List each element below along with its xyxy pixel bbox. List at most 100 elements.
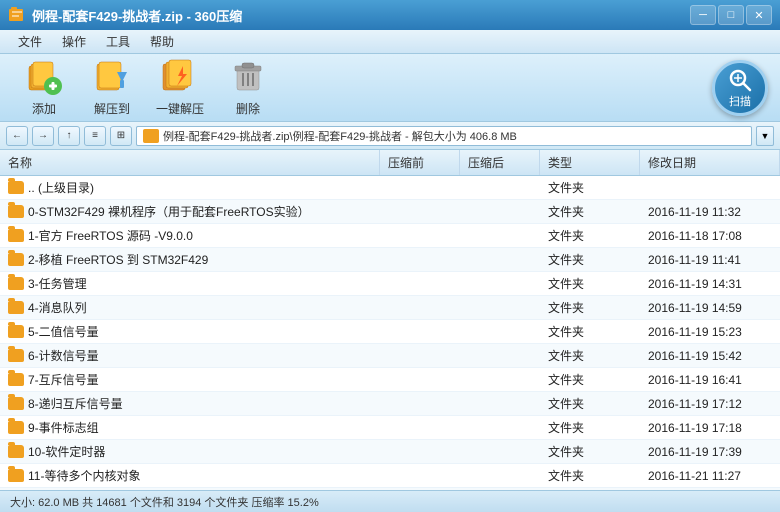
header-date[interactable]: 修改日期 xyxy=(640,150,780,175)
file-after-cell xyxy=(460,488,540,490)
file-before-cell xyxy=(380,248,460,271)
file-after-cell xyxy=(460,368,540,391)
folder-icon xyxy=(8,397,24,410)
table-row[interactable]: 11-等待多个内核对象文件夹2016-11-21 11:27 xyxy=(0,464,780,488)
table-row[interactable]: 12-任务信息量文件夹2016-11-21 08:49 xyxy=(0,488,780,490)
folder-icon xyxy=(8,253,24,266)
main-area: 名称 压缩前 压缩后 类型 修改日期 .. (上级目录)文件夹0-STM32F4… xyxy=(0,150,780,490)
file-name-cell: 0-STM32F429 裸机程序（用于配套FreeRTOS实验） xyxy=(0,200,380,223)
table-row[interactable]: 1-官方 FreeRTOS 源码 -V9.0.0 文件夹2016-11-18 17… xyxy=(0,224,780,248)
file-name-cell: 7-互斥信号量 xyxy=(0,368,380,391)
table-row[interactable]: 6-计数信号量文件夹2016-11-19 15:42 xyxy=(0,344,780,368)
up-button[interactable]: ↑ xyxy=(58,126,80,146)
maximize-button[interactable]: □ xyxy=(718,5,744,25)
add-label: 添加 xyxy=(32,100,56,117)
close-button[interactable]: ✕ xyxy=(746,5,772,25)
file-name-cell: 4-消息队列 xyxy=(0,296,380,319)
file-rows-container: .. (上级目录)文件夹0-STM32F429 裸机程序（用于配套FreeRTO… xyxy=(0,176,780,490)
table-row[interactable]: 0-STM32F429 裸机程序（用于配套FreeRTOS实验）文件夹2016-… xyxy=(0,200,780,224)
table-row[interactable]: 9-事件标志组文件夹2016-11-19 17:18 xyxy=(0,416,780,440)
header-before[interactable]: 压缩前 xyxy=(380,150,460,175)
file-name-cell: 8-递归互斥信号量 xyxy=(0,392,380,415)
onekey-icon xyxy=(161,58,199,96)
table-row[interactable]: 2-移植 FreeRTOS 到 STM32F429文件夹2016-11-19 1… xyxy=(0,248,780,272)
file-after-cell xyxy=(460,248,540,271)
file-date-cell: 2016-11-18 17:08 xyxy=(640,224,780,247)
file-type-cell: 文件夹 xyxy=(540,320,640,343)
file-name-cell: 1-官方 FreeRTOS 源码 -V9.0.0 xyxy=(0,224,380,247)
table-row[interactable]: 3-任务管理文件夹2016-11-19 14:31 xyxy=(0,272,780,296)
file-name-cell: .. (上级目录) xyxy=(0,176,380,199)
scan-button[interactable]: 扫描 xyxy=(712,60,768,116)
menu-item-操作[interactable]: 操作 xyxy=(52,31,96,52)
file-before-cell xyxy=(380,344,460,367)
file-before-cell xyxy=(380,440,460,463)
table-row[interactable]: 7-互斥信号量文件夹2016-11-19 16:41 xyxy=(0,368,780,392)
table-row[interactable]: .. (上级目录) 文件夹 xyxy=(0,176,780,200)
file-before-cell xyxy=(380,392,460,415)
folder-icon xyxy=(8,229,24,242)
file-name-cell: 3-任务管理 xyxy=(0,272,380,295)
path-input[interactable]: 例程-配套F429-挑战者.zip\例程-配套F429-挑战者 - 解包大小为 … xyxy=(136,126,752,146)
extract-button[interactable]: 解压到 xyxy=(78,59,146,117)
file-name-cell: 10-软件定时器 xyxy=(0,440,380,463)
file-date-cell: 2016-11-19 17:12 xyxy=(640,392,780,415)
delete-button[interactable]: 删除 xyxy=(214,59,282,117)
file-after-cell xyxy=(460,296,540,319)
file-before-cell xyxy=(380,464,460,487)
file-date-cell: 2016-11-19 11:32 xyxy=(640,200,780,223)
file-list[interactable]: 名称 压缩前 压缩后 类型 修改日期 .. (上级目录)文件夹0-STM32F4… xyxy=(0,150,780,490)
table-row[interactable]: 10-软件定时器文件夹2016-11-19 17:39 xyxy=(0,440,780,464)
file-before-cell xyxy=(380,320,460,343)
file-date-cell xyxy=(640,176,780,199)
file-before-cell xyxy=(380,224,460,247)
file-type-cell: 文件夹 xyxy=(540,176,640,199)
folder-icon xyxy=(8,469,24,482)
file-after-cell xyxy=(460,224,540,247)
forward-button[interactable]: → xyxy=(32,126,54,146)
file-type-cell: 文件夹 xyxy=(540,416,640,439)
folder-icon xyxy=(8,181,24,194)
list-view-button[interactable]: ≡ xyxy=(84,126,106,146)
file-name-cell: 6-计数信号量 xyxy=(0,344,380,367)
menu-item-文件[interactable]: 文件 xyxy=(8,31,52,52)
back-button[interactable]: ← xyxy=(6,126,28,146)
file-name-cell: 11-等待多个内核对象 xyxy=(0,464,380,487)
file-type-cell: 文件夹 xyxy=(540,440,640,463)
add-button[interactable]: 添加 xyxy=(10,59,78,117)
file-before-cell xyxy=(380,416,460,439)
header-name[interactable]: 名称 xyxy=(0,150,380,175)
file-after-cell xyxy=(460,440,540,463)
file-date-cell: 2016-11-19 15:23 xyxy=(640,320,780,343)
file-name: 6-计数信号量 xyxy=(28,347,99,364)
file-after-cell xyxy=(460,344,540,367)
grid-view-button[interactable]: ⊞ xyxy=(110,126,132,146)
file-name: 3-任务管理 xyxy=(28,275,87,292)
minimize-button[interactable]: ─ xyxy=(690,5,716,25)
table-row[interactable]: 5-二值信号量文件夹2016-11-19 15:23 xyxy=(0,320,780,344)
file-date-cell: 2016-11-21 08:49 xyxy=(640,488,780,490)
file-type-cell: 文件夹 xyxy=(540,368,640,391)
file-type-cell: 文件夹 xyxy=(540,392,640,415)
file-name: 1-官方 FreeRTOS 源码 -V9.0.0 xyxy=(28,227,193,244)
file-type-cell: 文件夹 xyxy=(540,488,640,490)
onekey-button[interactable]: 一键解压 xyxy=(146,59,214,117)
header-type[interactable]: 类型 xyxy=(540,150,640,175)
file-name: 9-事件标志组 xyxy=(28,419,99,436)
menu-item-帮助[interactable]: 帮助 xyxy=(140,31,184,52)
path-dropdown-button[interactable]: ▼ xyxy=(756,126,774,146)
file-date-cell: 2016-11-19 14:59 xyxy=(640,296,780,319)
folder-icon xyxy=(8,325,24,338)
table-row[interactable]: 8-递归互斥信号量 文件夹2016-11-19 17:12 xyxy=(0,392,780,416)
menu-item-工具[interactable]: 工具 xyxy=(96,31,140,52)
file-name: 8-递归互斥信号量 xyxy=(28,395,123,412)
file-date-cell: 2016-11-19 14:31 xyxy=(640,272,780,295)
folder-icon xyxy=(8,349,24,362)
header-after[interactable]: 压缩后 xyxy=(460,150,540,175)
table-row[interactable]: 4-消息队列文件夹2016-11-19 14:59 xyxy=(0,296,780,320)
file-name-cell: 9-事件标志组 xyxy=(0,416,380,439)
folder-icon xyxy=(8,421,24,434)
file-type-cell: 文件夹 xyxy=(540,224,640,247)
title-bar: 例程-配套F429-挑战者.zip - 360压缩 ─ □ ✕ xyxy=(0,0,780,30)
folder-icon xyxy=(8,277,24,290)
